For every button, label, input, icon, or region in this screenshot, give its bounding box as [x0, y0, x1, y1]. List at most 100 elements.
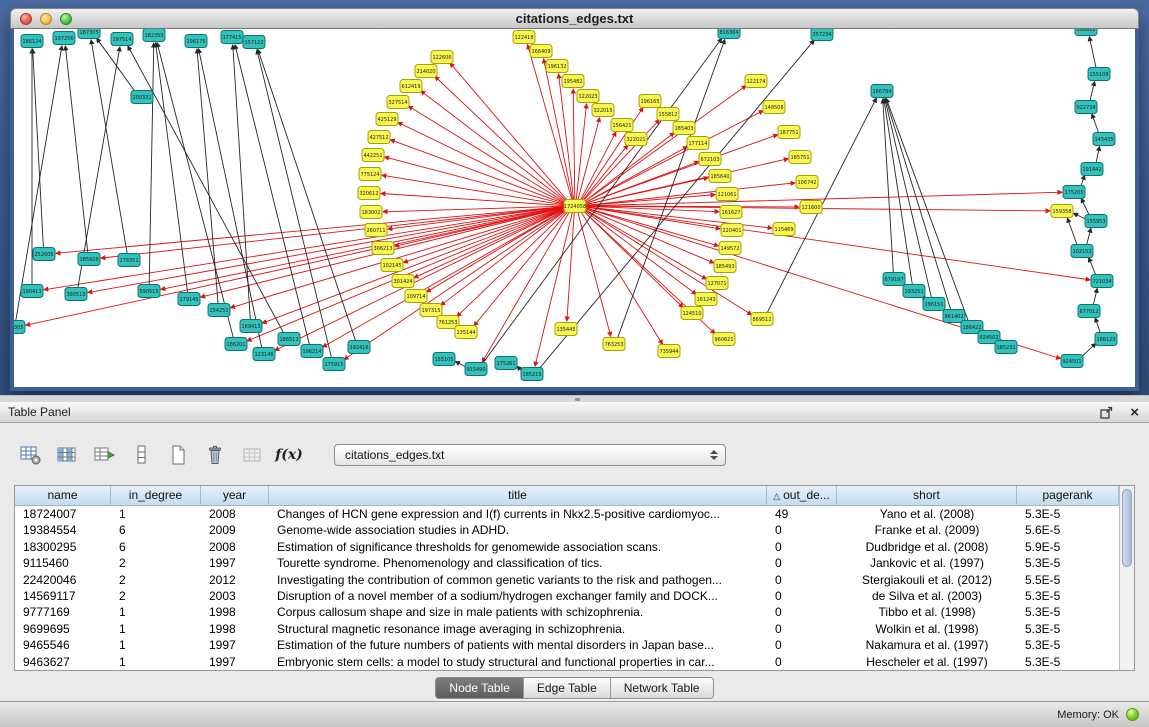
- graph-node[interactable]: 200331: [131, 91, 153, 104]
- table-cell[interactable]: 1998: [201, 621, 269, 637]
- table-cell[interactable]: 6: [111, 539, 201, 555]
- graph-node[interactable]: 442251: [362, 149, 384, 162]
- graph-node[interactable]: 214020: [415, 65, 437, 78]
- table-cell[interactable]: 0: [767, 555, 837, 571]
- graph-node[interactable]: 166409: [530, 45, 552, 58]
- table-cell[interactable]: 9777169: [15, 604, 111, 620]
- graph-node[interactable]: 196214: [301, 345, 323, 358]
- table-cell[interactable]: 2008: [201, 506, 269, 522]
- table-cell[interactable]: 2003: [201, 588, 269, 604]
- graph-node[interactable]: 121061: [716, 188, 738, 201]
- graph-node[interactable]: 183002: [360, 206, 382, 219]
- vertical-scrollbar[interactable]: [1119, 486, 1134, 670]
- graph-node[interactable]: 961402: [943, 310, 965, 323]
- function-builder-icon[interactable]: f(x): [277, 443, 301, 467]
- graph-node[interactable]: 122606: [431, 51, 453, 64]
- table-cell[interactable]: 2012: [201, 572, 269, 588]
- graph-node[interactable]: 322015: [592, 104, 614, 117]
- graph-node[interactable]: 924501: [1061, 355, 1083, 368]
- table-cell[interactable]: 22420046: [15, 572, 111, 588]
- table-disabled-icon[interactable]: [240, 443, 264, 467]
- table-cell[interactable]: 2008: [201, 539, 269, 555]
- table-cell[interactable]: 6: [111, 522, 201, 538]
- table-cell[interactable]: 0: [767, 522, 837, 538]
- table-cell[interactable]: Stergiakouli et al. (2012): [837, 572, 1017, 588]
- graph-node[interactable]: 175915: [323, 358, 345, 371]
- new-column-icon[interactable]: [166, 443, 190, 467]
- table-cell[interactable]: Hescheler et al. (1997): [837, 654, 1017, 670]
- graph-node[interactable]: 155108: [1088, 68, 1110, 81]
- graph-node[interactable]: 322021: [625, 133, 647, 146]
- table-cell[interactable]: Dudbridge et al. (2008): [837, 539, 1017, 555]
- table-row[interactable]: 946362711997Embryonic stem cells: a mode…: [15, 654, 1119, 670]
- row-selector-icon[interactable]: [129, 443, 153, 467]
- delete-column-icon[interactable]: [203, 443, 227, 467]
- table-cell[interactable]: 18724007: [15, 506, 111, 522]
- table-row[interactable]: 2242004622012Investigating the contribut…: [15, 572, 1119, 588]
- table-cell[interactable]: 9115460: [15, 555, 111, 571]
- table-cell[interactable]: 0: [767, 588, 837, 604]
- table-cell[interactable]: 18300295: [15, 539, 111, 555]
- graph-node[interactable]: 186201: [225, 338, 247, 351]
- table-cell[interactable]: 2009: [201, 522, 269, 538]
- graph-node[interactable]: 612419: [400, 80, 422, 93]
- table-cell[interactable]: Jankovic et al. (1997): [837, 555, 1017, 571]
- graph-node[interactable]: 327514: [387, 96, 409, 109]
- table-cell[interactable]: Genome-wide association studies in ADHD.: [269, 522, 767, 538]
- table-cell[interactable]: 0: [767, 539, 837, 555]
- table-row[interactable]: 946554611997Estimation of the future num…: [15, 637, 1119, 653]
- column-header-pagerank[interactable]: pagerank: [1017, 486, 1119, 506]
- graph-node[interactable]: 161627: [720, 206, 742, 219]
- graph-node[interactable]: 155953: [1085, 215, 1107, 228]
- table-cell[interactable]: 1998: [201, 604, 269, 620]
- graph-node[interactable]: 155105: [433, 353, 455, 366]
- graph-node[interactable]: 115469: [773, 223, 795, 236]
- graph-node[interactable]: 123146: [253, 348, 275, 361]
- graph-node[interactable]: 187305: [78, 29, 100, 39]
- graph-node[interactable]: 196165: [639, 95, 661, 108]
- graph-node[interactable]: 301424: [392, 275, 414, 288]
- table-row[interactable]: 1872400712008Changes of HCN gene express…: [15, 506, 1119, 522]
- graph-node[interactable]: 191442: [1081, 163, 1103, 176]
- graph-node[interactable]: 775124: [359, 168, 381, 181]
- graph-node[interactable]: 185231: [995, 341, 1017, 354]
- splitter-grip-icon[interactable]: [575, 398, 580, 401]
- graph-node[interactable]: 159358: [1051, 205, 1073, 218]
- table-cell[interactable]: 5.3E-5: [1017, 506, 1119, 522]
- graph-node[interactable]: 197315: [420, 304, 442, 317]
- graph-node[interactable]: 672103: [699, 153, 721, 166]
- table-cell[interactable]: Disruption of a novel member of a sodium…: [269, 588, 767, 604]
- table-cell[interactable]: 14569117: [15, 588, 111, 604]
- table-cell[interactable]: Investigating the contribution of common…: [269, 572, 767, 588]
- table-cell[interactable]: 2: [111, 588, 201, 604]
- graph-node[interactable]: 157122: [243, 36, 265, 49]
- graph-node[interactable]: 185215: [521, 368, 543, 381]
- graph-node[interactable]: 320612: [358, 187, 380, 200]
- graph-node[interactable]: 106742: [796, 176, 818, 189]
- graph-node[interactable]: 109714: [405, 290, 427, 303]
- table-cell[interactable]: Structural magnetic resonance image aver…: [269, 621, 767, 637]
- graph-node[interactable]: 260711: [365, 224, 387, 237]
- table-cell[interactable]: 1: [111, 506, 201, 522]
- graph-node[interactable]: 179145: [178, 293, 200, 306]
- tab-network-table[interactable]: Network Table: [610, 678, 713, 698]
- window-titlebar[interactable]: citations_edges.txt: [10, 8, 1139, 29]
- graph-node[interactable]: 196151: [923, 298, 945, 311]
- graph-node[interactable]: 102145: [381, 259, 403, 272]
- graph-node[interactable]: 122418: [513, 31, 535, 44]
- table-cell[interactable]: 5.3E-5: [1017, 588, 1119, 604]
- table-cell[interactable]: 49: [767, 506, 837, 522]
- table-cell[interactable]: 9463627: [15, 654, 111, 670]
- graph-node[interactable]: 252605: [33, 248, 55, 261]
- table-cell[interactable]: 5.9E-5: [1017, 539, 1119, 555]
- table-cell[interactable]: 1997: [201, 637, 269, 653]
- graph-node[interactable]: 185403: [673, 122, 695, 135]
- graph-node[interactable]: 196132: [546, 60, 568, 73]
- column-header-out_de[interactable]: △out_de...: [767, 486, 837, 506]
- graph-node[interactable]: 102152: [1071, 245, 1093, 258]
- table-cell[interactable]: 9465546: [15, 637, 111, 653]
- table-cell[interactable]: 1997: [201, 654, 269, 670]
- table-cell[interactable]: 2: [111, 572, 201, 588]
- graph-node[interactable]: 148508: [763, 101, 785, 114]
- graph-node[interactable]: 127071: [706, 277, 728, 290]
